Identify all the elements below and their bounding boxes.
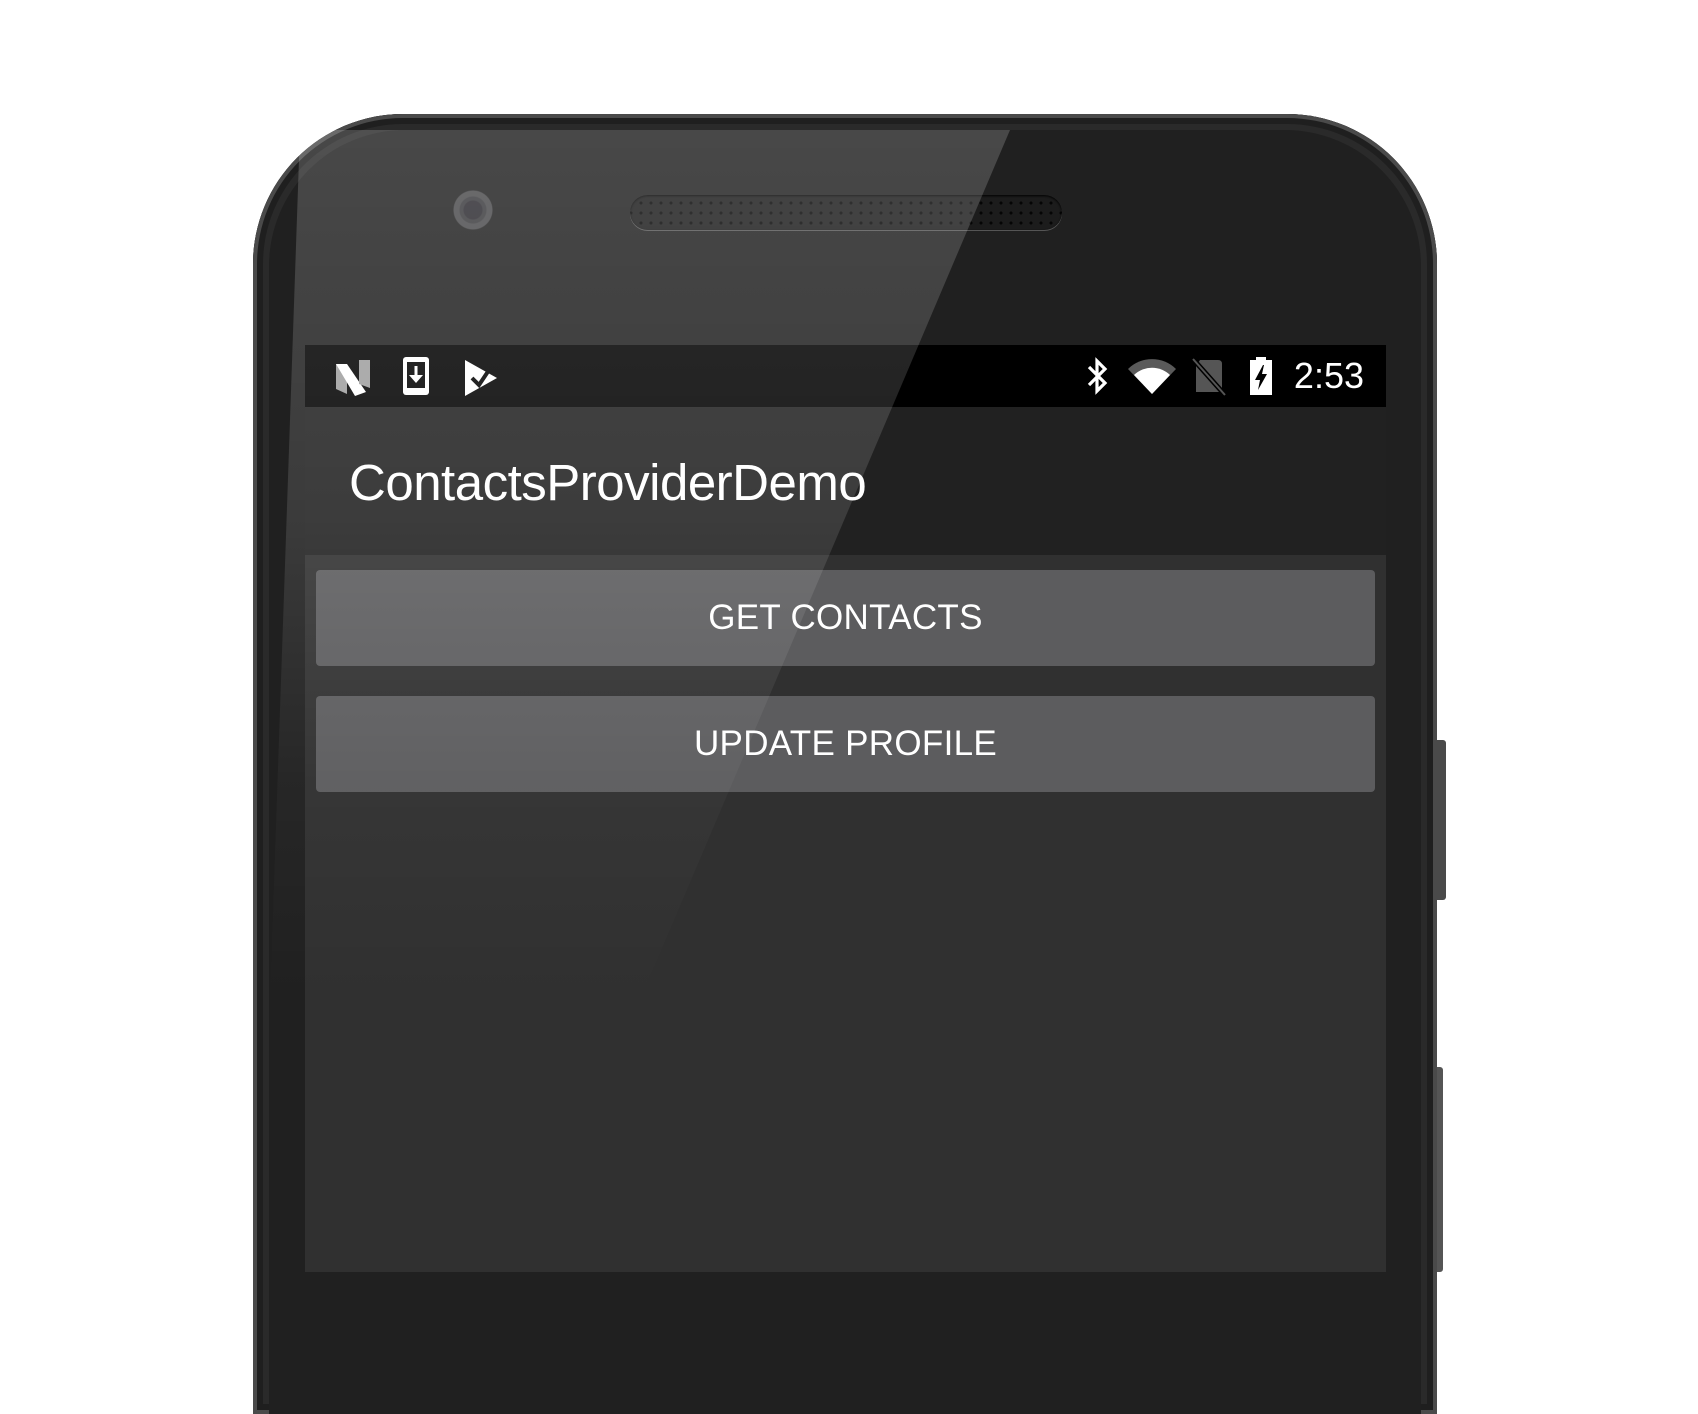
no-sim-icon	[1191, 357, 1227, 396]
update-profile-button[interactable]: UPDATE PROFILE	[316, 696, 1375, 792]
device-screen: 2:53 ContactsProviderDemo GET CONTACTS U…	[305, 345, 1386, 1272]
task-check-icon	[465, 360, 497, 396]
get-contacts-button[interactable]: GET CONTACTS	[316, 570, 1375, 666]
android-n-icon	[336, 360, 370, 396]
front-camera	[453, 190, 493, 230]
status-bar: 2:53	[305, 345, 1386, 407]
phone-download-icon	[403, 357, 429, 395]
app-bar: ContactsProviderDemo	[305, 407, 1386, 555]
bluetooth-icon	[1087, 357, 1108, 395]
clock: 2:53	[1293, 355, 1364, 396]
earpiece-speaker	[630, 195, 1062, 230]
power-button	[1437, 740, 1446, 900]
battery-charging-icon	[1250, 357, 1272, 395]
app-title: ContactsProviderDemo	[349, 454, 867, 511]
volume-button	[1437, 1067, 1443, 1272]
wifi-icon	[1128, 359, 1176, 394]
